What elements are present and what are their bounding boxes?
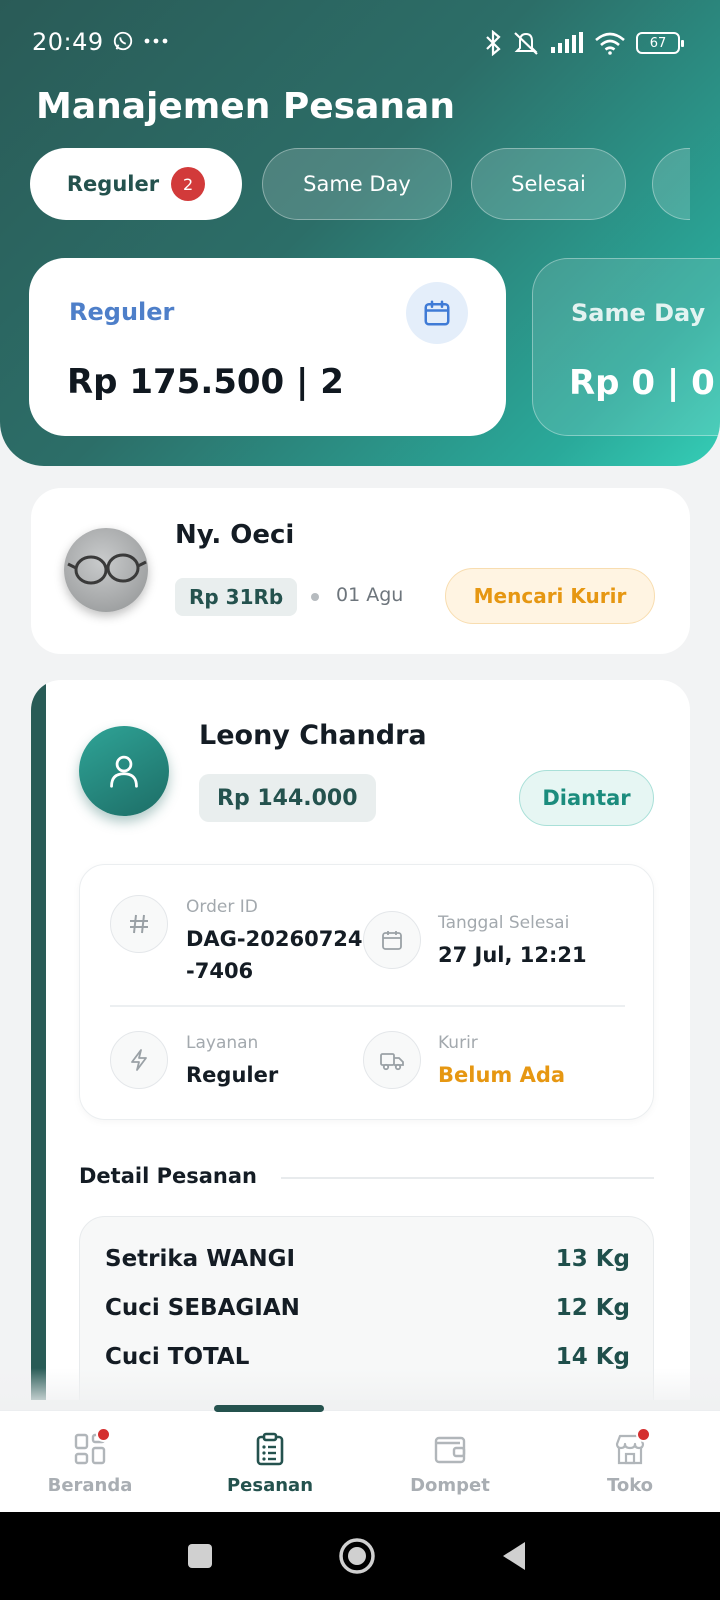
nav-beranda[interactable]: Beranda [0, 1411, 180, 1513]
service-label: Layanan [186, 1033, 259, 1053]
status-bar: 20:49 67 [0, 26, 720, 66]
square-icon [188, 1544, 212, 1568]
status-time: 20:49 [32, 28, 104, 56]
list-item: Setrika WANGI 13 Kg [105, 1239, 630, 1279]
order-type-tabs: Reguler 2 Same Day Selesai [30, 148, 690, 220]
item-name: Cuci TOTAL [105, 1344, 250, 1370]
mute-icon [514, 32, 538, 55]
tab-label: Reguler [66, 172, 160, 196]
order-price: Rp 31Rb [175, 578, 298, 616]
tab-reguler[interactable]: Reguler 2 [30, 148, 242, 220]
nav-label: Toko [606, 1475, 654, 1496]
order-id-line: -7406 [186, 959, 254, 983]
header: 20:49 67 Manajemen Pesanan Reguler 2 Sam… [0, 0, 720, 466]
order-id-value: DAG-20260724 -7406 [186, 923, 363, 987]
tab-selesai[interactable]: Selesai [471, 148, 626, 220]
status-badge: Mencari Kurir [445, 568, 655, 624]
finish-date-label: Tanggal Selesai [438, 913, 570, 933]
calendar-icon [363, 911, 421, 969]
wallet-icon [434, 1436, 466, 1464]
nav-label: Pesanan [226, 1475, 314, 1496]
service-value: Reguler [186, 1063, 279, 1087]
signal-icon [551, 32, 583, 53]
tab-next-partial[interactable] [652, 148, 690, 220]
nav-pesanan[interactable]: Pesanan [180, 1411, 360, 1513]
recents-button[interactable] [170, 1512, 230, 1600]
courier-value: Belum Ada [438, 1063, 566, 1087]
tab-count-badge: 2 [171, 167, 206, 201]
item-qty: 14 Kg [555, 1344, 630, 1370]
back-triangle-icon [503, 1542, 525, 1570]
page-title: Manajemen Pesanan [36, 86, 455, 127]
summary-label: Same Day [571, 299, 706, 327]
wifi-icon [595, 32, 625, 55]
summary-calendar-button[interactable] [406, 282, 468, 344]
separator-dot [311, 593, 319, 601]
bluetooth-icon [486, 30, 501, 56]
customer-name: Leony Chandra [199, 720, 427, 751]
truck-icon [363, 1031, 421, 1089]
customer-avatar [79, 726, 169, 816]
order-id-label: Order ID [186, 897, 258, 917]
more-dots-icon [144, 38, 168, 44]
bottom-nav: Beranda Pesanan Dompet Toko [0, 1405, 720, 1513]
item-qty: 12 Kg [555, 1295, 630, 1321]
tab-same-day[interactable]: Same Day [262, 148, 452, 220]
item-name: Setrika WANGI [105, 1246, 296, 1272]
order-id-line: DAG-20260724 [186, 927, 363, 951]
nav-label: Dompet [410, 1475, 490, 1496]
whatsapp-icon [113, 31, 133, 51]
battery-icon: 67 [636, 32, 684, 54]
system-nav-bar [0, 1512, 720, 1600]
divider [110, 1005, 625, 1007]
nav-dompet[interactable]: Dompet [360, 1411, 540, 1513]
customer-avatar [64, 528, 148, 612]
divider [281, 1177, 654, 1179]
summary-value: Rp 0 | 0 [569, 363, 715, 403]
finish-date-value: 27 Jul, 12:21 [438, 943, 587, 967]
scroll-fade [0, 1368, 720, 1410]
summary-value: Rp 175.500 | 2 [67, 362, 344, 402]
card-accent-bar [31, 680, 46, 1400]
courier-label: Kurir [438, 1033, 478, 1053]
calendar-icon [424, 300, 450, 326]
back-button[interactable] [484, 1512, 544, 1600]
nav-toko[interactable]: Toko [540, 1411, 720, 1513]
order-info-box: Order ID DAG-20260724 -7406 Tanggal Sele… [79, 864, 654, 1120]
status-badge: Diantar [519, 770, 654, 826]
order-card-expanded[interactable]: Leony Chandra Rp 144.000 Diantar Order I… [31, 680, 690, 1400]
home-button[interactable] [327, 1512, 387, 1600]
item-name: Cuci SEBAGIAN [105, 1295, 300, 1321]
clipboard-icon [256, 1432, 284, 1466]
glasses-photo-icon [67, 553, 147, 585]
home-circle-icon [339, 1538, 375, 1574]
tab-label: Selesai [511, 172, 586, 196]
item-qty: 13 Kg [555, 1246, 630, 1272]
nav-label: Beranda [47, 1475, 133, 1496]
customer-name: Ny. Oeci [175, 520, 295, 550]
summary-card-reguler[interactable]: Reguler Rp 175.500 | 2 [29, 258, 506, 436]
tab-label: Same Day [303, 172, 411, 196]
hash-icon [110, 895, 168, 953]
summary-card-same-day[interactable]: Same Day Rp 0 | 0 [532, 258, 720, 436]
user-icon [110, 755, 138, 788]
battery-level: 67 [649, 35, 667, 51]
order-date: 01 Agu [336, 584, 404, 606]
order-price: Rp 144.000 [199, 774, 376, 822]
order-card[interactable]: Ny. Oeci Rp 31Rb 01 Agu Mencari Kurir [31, 488, 690, 654]
detail-title: Detail Pesanan [79, 1164, 257, 1188]
summary-label: Reguler [69, 298, 175, 326]
lightning-icon [110, 1031, 168, 1089]
list-item: Cuci SEBAGIAN 12 Kg [105, 1288, 630, 1328]
notification-dot [96, 1427, 111, 1442]
notification-dot [636, 1427, 651, 1442]
